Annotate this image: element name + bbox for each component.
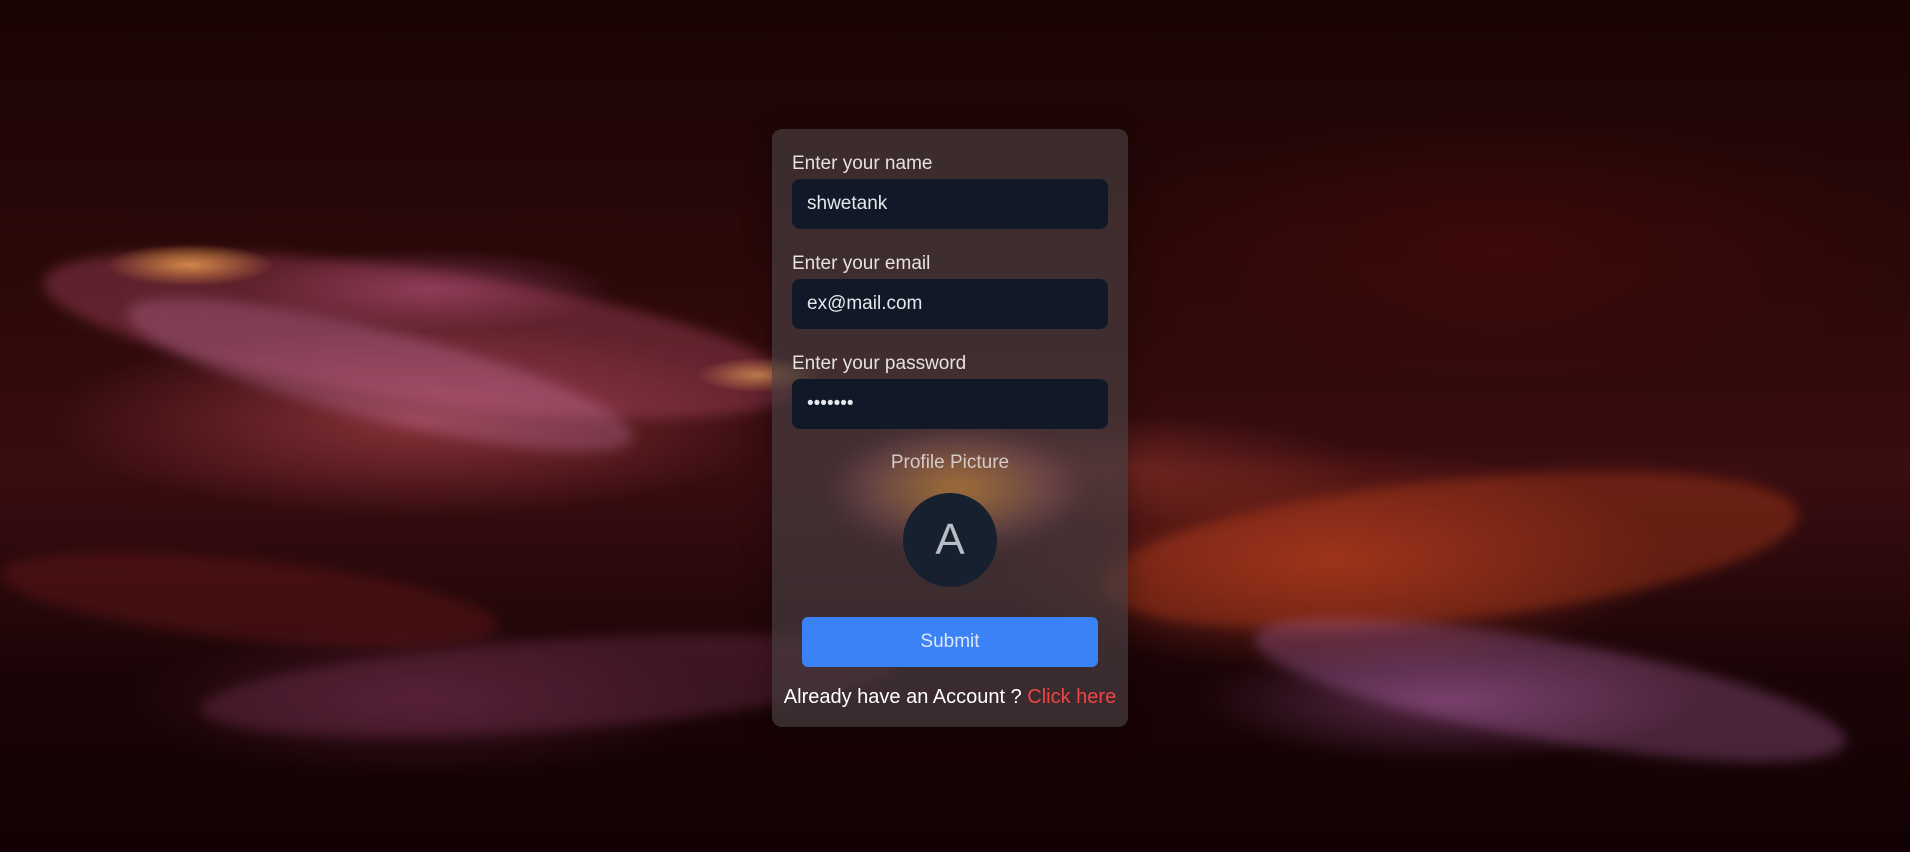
avatar[interactable]: A bbox=[903, 493, 997, 587]
profile-picture-label: Profile Picture bbox=[890, 452, 1010, 473]
signup-card: Enter your name Enter your email Enter y… bbox=[772, 129, 1128, 727]
login-link[interactable]: Click here bbox=[1027, 686, 1116, 708]
login-prompt-text: Already have an Account ? bbox=[783, 686, 1022, 708]
login-prompt: Already have an Account ? Click here bbox=[772, 686, 1128, 709]
email-input[interactable] bbox=[792, 279, 1108, 329]
password-input[interactable] bbox=[792, 379, 1108, 429]
email-label: Enter your email bbox=[792, 253, 931, 274]
avatar-initial: A bbox=[935, 515, 965, 564]
submit-button[interactable]: Submit bbox=[802, 617, 1098, 667]
name-label: Enter your name bbox=[792, 153, 933, 174]
password-label: Enter your password bbox=[792, 353, 967, 374]
name-input[interactable] bbox=[792, 179, 1108, 229]
